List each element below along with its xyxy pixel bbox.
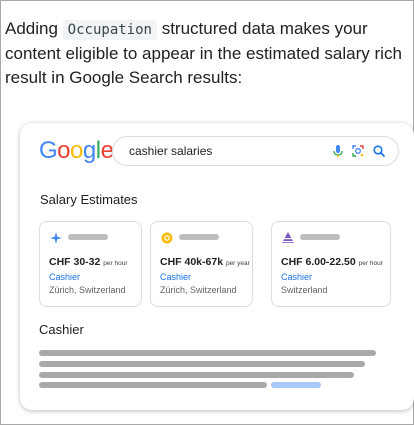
salary-amount: CHF 6.00-22.50 per hour bbox=[281, 256, 383, 268]
salary-amount: CHF 40k-67k per year bbox=[160, 256, 250, 268]
placeholder-line bbox=[39, 361, 365, 367]
placeholder-link-line bbox=[271, 382, 321, 388]
coin-icon bbox=[161, 232, 173, 244]
salary-job-title[interactable]: Cashier bbox=[160, 272, 191, 282]
salary-card[interactable]: CHF 30-32 per hour Cashier Zürich, Switz… bbox=[39, 221, 142, 307]
placeholder-line bbox=[39, 350, 376, 356]
placeholder-line bbox=[39, 372, 354, 378]
placeholder-bar bbox=[179, 234, 219, 240]
intro-text-before: Adding bbox=[5, 19, 63, 38]
intro-paragraph: Adding Occupation structured data makes … bbox=[5, 17, 411, 90]
sparkle-icon bbox=[50, 232, 62, 244]
salary-estimates-heading: Salary Estimates bbox=[40, 192, 138, 207]
article-frame: Adding Occupation structured data makes … bbox=[0, 0, 414, 425]
salary-job-title[interactable]: Cashier bbox=[281, 272, 312, 282]
lens-icon[interactable] bbox=[351, 144, 365, 158]
placeholder-bar bbox=[68, 234, 108, 240]
google-logo[interactable]: Google bbox=[39, 137, 114, 165]
placeholder-line bbox=[39, 382, 267, 388]
search-icon[interactable] bbox=[372, 144, 386, 158]
salary-card[interactable]: CHF 40k-67k per year Cashier Zürich, Swi… bbox=[150, 221, 253, 307]
search-box[interactable]: cashier salaries bbox=[112, 136, 399, 166]
result-heading: Cashier bbox=[39, 322, 84, 337]
mic-icon[interactable] bbox=[331, 144, 345, 158]
pyramid-icon bbox=[281, 232, 295, 243]
salary-location: Zürich, Switzerland bbox=[160, 285, 237, 295]
search-result-preview: Google cashier salaries Salary Estimates bbox=[20, 123, 414, 410]
salary-amount: CHF 30-32 per hour bbox=[49, 256, 128, 268]
salary-location: Zürich, Switzerland bbox=[49, 285, 126, 295]
placeholder-bar bbox=[300, 234, 340, 240]
occupation-code: Occupation bbox=[62, 20, 157, 40]
salary-card[interactable]: CHF 6.00-22.50 per hour Cashier Switzerl… bbox=[271, 221, 391, 307]
salary-location: Switzerland bbox=[281, 285, 328, 295]
search-query[interactable]: cashier salaries bbox=[129, 144, 212, 158]
salary-job-title[interactable]: Cashier bbox=[49, 272, 80, 282]
